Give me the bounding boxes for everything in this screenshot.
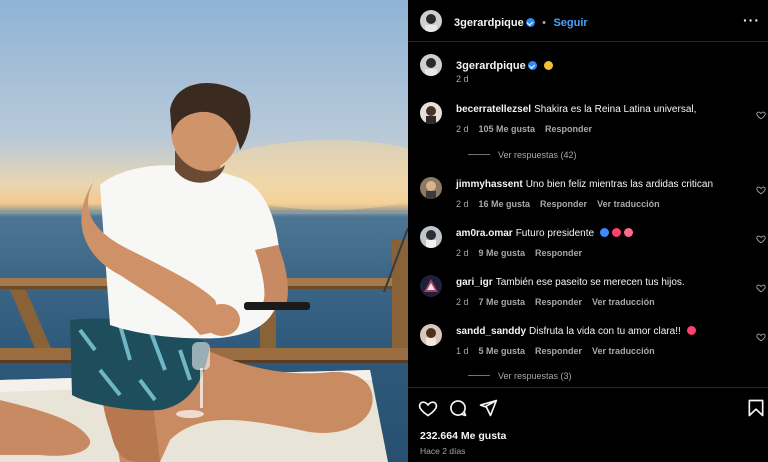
- comment-meta: 1 d 5 Me gusta Responder Ver traducción: [456, 346, 665, 356]
- avatar-image: [420, 226, 442, 248]
- verified-icon: [525, 18, 535, 27]
- caption-author-avatar[interactable]: [420, 54, 442, 76]
- comment-username[interactable]: am0ra.omar: [456, 228, 513, 239]
- comment-body: Disfruta la vida con tu amor clara!!: [529, 326, 681, 337]
- avatar-image: [420, 102, 442, 124]
- heart-eyes-emoji-icon: [623, 228, 633, 237]
- post-actions: 232.664 Me gusta Hace 2 días: [408, 387, 768, 462]
- follow-button[interactable]: Seguir: [553, 17, 587, 29]
- comment-like-heart-icon[interactable]: [756, 110, 766, 120]
- comment-time: 2 d: [456, 124, 469, 134]
- comment-body: Uno bien feliz mientras las ardidas crit…: [525, 179, 714, 190]
- comment-body: Futuro presidente: [515, 228, 595, 239]
- comment-item: am0ra.omar Futuro presidente 2 d 9 Me gust…: [420, 226, 768, 262]
- comment-text-line: sandd_sanddy Disfruta la vida con tu amor…: [456, 325, 756, 338]
- avatar-image: [420, 10, 442, 32]
- heart-emoji-icon: [686, 326, 696, 335]
- comment-username[interactable]: gari_igr: [456, 277, 493, 288]
- comment-time: 2 d: [456, 248, 469, 258]
- commenter-avatar[interactable]: [420, 324, 442, 346]
- view-replies-link[interactable]: Ver respuestas (42): [468, 150, 577, 160]
- post-like-count[interactable]: 232.664 Me gusta: [420, 430, 506, 442]
- comment-likes[interactable]: 9 Me gusta: [479, 248, 526, 258]
- avatar-image: [420, 324, 442, 346]
- comment-item: sandd_sanddy Disfruta la vida con tu amor…: [420, 324, 768, 384]
- reply-button[interactable]: Responder: [535, 248, 582, 258]
- comment-meta: 2 d 16 Me gusta Responder Ver traducción: [456, 199, 670, 209]
- comment-meta: 2 d 9 Me gusta Responder: [456, 248, 592, 258]
- photo-illustration: [0, 83, 408, 462]
- post-timestamp: Hace 2 días: [420, 446, 466, 456]
- commenter-avatar[interactable]: [420, 102, 442, 124]
- sun-emoji-icon: [544, 61, 554, 70]
- comment-text-line: becerratellezsel Shakira es la Reina Lati…: [456, 103, 756, 116]
- share-icon[interactable]: [478, 398, 498, 418]
- comment-likes[interactable]: 105 Me gusta: [479, 124, 536, 134]
- commenter-avatar[interactable]: [420, 226, 442, 248]
- post-photo: [0, 0, 408, 462]
- comment-like-heart-icon[interactable]: [756, 234, 766, 244]
- view-replies-link[interactable]: Ver respuestas (3): [468, 371, 572, 381]
- comment-time: 1 d: [456, 346, 469, 356]
- comment-likes[interactable]: 16 Me gusta: [479, 199, 531, 209]
- comment-username[interactable]: becerratellezsel: [456, 104, 531, 115]
- more-options-icon[interactable]: ···: [743, 12, 760, 28]
- translate-button[interactable]: Ver traducción: [597, 199, 660, 209]
- author-avatar[interactable]: [420, 10, 442, 32]
- translate-button[interactable]: Ver traducción: [592, 346, 655, 356]
- reply-button[interactable]: Responder: [540, 199, 587, 209]
- comment-username[interactable]: sandd_sanddy: [456, 326, 526, 337]
- blue-heart-emoji-icon: [599, 228, 609, 237]
- comment-body: También ese paseito se merecen tus hijos…: [495, 277, 685, 288]
- comment-time: 2 d: [456, 297, 469, 307]
- caption-text-line: 3gerardpique: [456, 56, 554, 74]
- commenter-avatar[interactable]: [420, 275, 442, 297]
- comment-body: Shakira es la Reina Latina universal,: [534, 104, 697, 115]
- caption-username[interactable]: 3gerardpique: [456, 60, 526, 72]
- comment-text-line: jimmyhassent Uno bien feliz mientras las …: [456, 178, 756, 191]
- separator-dot: •: [542, 17, 546, 29]
- comment-item: gari_igr También ese paseito se merecen t…: [420, 275, 768, 311]
- comment-meta: 2 d 7 Me gusta Responder Ver traducción: [456, 297, 665, 307]
- translate-button[interactable]: Ver traducción: [592, 297, 655, 307]
- comment-likes[interactable]: 5 Me gusta: [479, 346, 526, 356]
- comment-like-heart-icon[interactable]: [756, 185, 766, 195]
- header-author-line: 3gerardpique • Seguir: [454, 13, 588, 31]
- comment-like-heart-icon[interactable]: [756, 332, 766, 342]
- comment-text-line: gari_igr También ese paseito se merecen t…: [456, 276, 756, 289]
- red-heart-emoji-icon: [611, 228, 621, 237]
- avatar-image: [420, 54, 442, 76]
- reply-button[interactable]: Responder: [545, 124, 592, 134]
- avatar-image: [420, 275, 442, 297]
- author-username[interactable]: 3gerardpique: [454, 17, 524, 29]
- comment-icon[interactable]: [448, 398, 468, 418]
- comment-item: becerratellezsel Shakira es la Reina Lati…: [420, 102, 768, 162]
- comment-username[interactable]: jimmyhassent: [456, 179, 523, 190]
- comment-like-heart-icon[interactable]: [756, 283, 766, 293]
- post-sidebar: 3gerardpique • Seguir ··· 3gerardpique 2…: [408, 0, 768, 462]
- bookmark-icon[interactable]: [746, 398, 766, 418]
- comment-likes[interactable]: 7 Me gusta: [479, 297, 526, 307]
- post-header: 3gerardpique • Seguir ···: [408, 0, 768, 42]
- avatar-image: [420, 177, 442, 199]
- heart-icon[interactable]: [418, 398, 438, 418]
- commenter-avatar[interactable]: [420, 177, 442, 199]
- comment-item: jimmyhassent Uno bien feliz mientras las …: [420, 177, 768, 213]
- comment-meta: 2 d 105 Me gusta Responder: [456, 124, 602, 134]
- reply-button[interactable]: Responder: [535, 346, 582, 356]
- comment-text-line: am0ra.omar Futuro presidente: [456, 227, 756, 240]
- comment-time: 2 d: [456, 199, 469, 209]
- reply-button[interactable]: Responder: [535, 297, 582, 307]
- verified-icon: [527, 61, 537, 70]
- caption-time: 2 d: [456, 74, 469, 84]
